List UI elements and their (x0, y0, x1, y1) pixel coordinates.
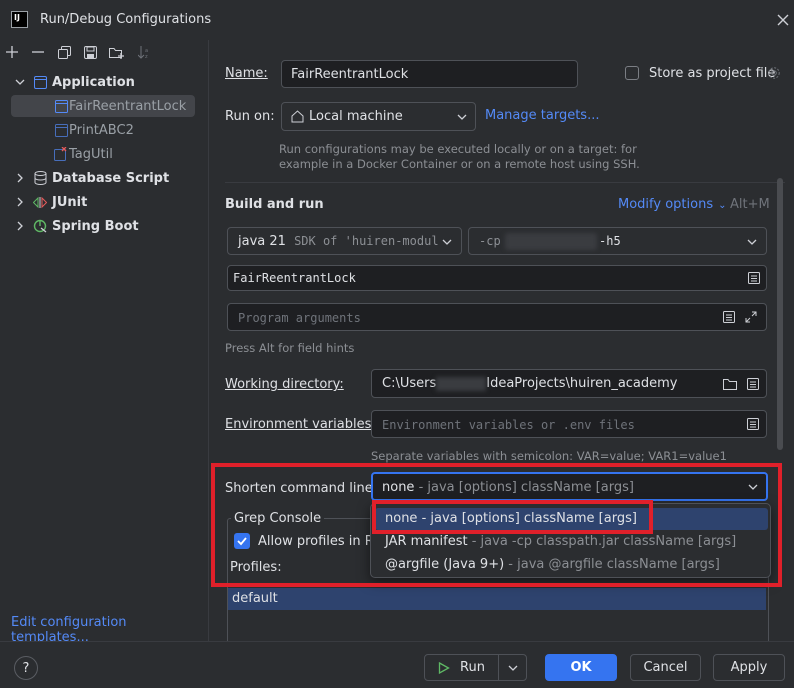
config-tree: Application FairReentrantLock PrintABC2 … (0, 66, 208, 645)
program-args-field[interactable]: Program arguments (227, 303, 767, 331)
run-button[interactable]: Run (424, 654, 499, 681)
tree-item-label[interactable]: TagUtil (69, 147, 113, 162)
ok-button[interactable]: OK (545, 654, 617, 681)
modify-shortcut: Alt+M (730, 197, 770, 212)
save-icon[interactable] (82, 44, 98, 60)
close-icon[interactable] (774, 11, 792, 29)
env-field[interactable]: Environment variables or .env files (371, 410, 767, 438)
chevron-down-icon (456, 111, 468, 123)
scrollbar-thumb[interactable] (777, 178, 783, 450)
redacted-blur (436, 376, 487, 391)
tree-item-label[interactable]: FairReentrantLock (69, 99, 186, 114)
browse-icon[interactable] (747, 271, 761, 285)
database-icon (33, 171, 47, 185)
remove-icon[interactable] (30, 44, 46, 60)
copy-icon[interactable] (56, 44, 72, 60)
chevron-down-icon (746, 236, 758, 248)
tree-item-spring-boot[interactable]: Spring Boot (52, 219, 139, 234)
chevron-down-icon (441, 236, 453, 248)
title-bar: IJ Run/Debug Configurations (0, 0, 794, 40)
store-label[interactable]: Store as project file (649, 66, 775, 81)
tree-item-database-script[interactable]: Database Script (52, 171, 169, 186)
cancel-button[interactable]: Cancel (630, 654, 701, 681)
class-error-icon (54, 147, 68, 161)
sdk-select[interactable]: java 21 SDK of 'huiren-modul (227, 227, 462, 255)
list-icon[interactable] (746, 377, 760, 391)
expand-icon[interactable] (744, 310, 758, 324)
build-run-title: Build and run (225, 197, 324, 212)
highlight-box-inner (372, 500, 653, 534)
folder-icon[interactable] (722, 377, 737, 391)
name-field[interactable]: FairReentrantLock (281, 60, 578, 88)
chevron-right-icon[interactable] (14, 172, 26, 184)
field-hints: Press Alt for field hints (225, 341, 355, 355)
chevron-down-icon[interactable] (14, 76, 26, 88)
spring-boot-icon (33, 219, 47, 233)
run-on-hint-1: Run configurations may be executed local… (279, 142, 637, 156)
junit-icon (33, 195, 47, 209)
profile-row-selected[interactable]: default (228, 588, 766, 610)
add-icon[interactable] (4, 44, 20, 60)
home-icon (290, 109, 304, 123)
footer: ? Run OK Cancel Apply (0, 641, 794, 688)
run-icon (438, 661, 450, 674)
modify-options-link[interactable]: Modify options ⌄ (618, 197, 726, 212)
redacted-blur (505, 233, 597, 250)
list-icon[interactable] (722, 310, 736, 324)
apply-button[interactable]: Apply (713, 654, 785, 681)
store-checkbox[interactable] (625, 66, 639, 80)
left-toolbar: az (0, 40, 208, 66)
window-title: Run/Debug Configurations (40, 12, 212, 27)
app-icon: IJ (11, 11, 28, 28)
working-dir-field[interactable]: C:\Users IdeaProjects\huiren_academy (371, 369, 767, 398)
folder-icon[interactable] (108, 44, 126, 60)
tree-item-label[interactable]: PrintABC2 (69, 123, 134, 138)
run-on-select[interactable]: Local machine (281, 102, 476, 131)
tree-item-junit[interactable]: JUnit (52, 195, 87, 210)
chevron-down-icon: ⌄ (718, 200, 727, 211)
list-icon[interactable] (746, 417, 760, 431)
manage-targets-link[interactable]: Manage targets... (485, 108, 599, 123)
chevron-down-icon (508, 665, 517, 671)
env-label: Environment variables: (225, 417, 376, 432)
main-class-field[interactable]: FairReentrantLock (227, 265, 767, 291)
run-on-label: Run on: (225, 109, 275, 124)
chevron-right-icon[interactable] (14, 196, 26, 208)
gear-icon[interactable] (766, 65, 782, 81)
classpath-select[interactable]: -cp -h5 (468, 227, 767, 255)
name-label: Name: (225, 66, 268, 81)
env-hint: Separate variables with semicolon: VAR=v… (371, 449, 727, 463)
chevron-right-icon[interactable] (14, 220, 26, 232)
sort-icon[interactable]: az (136, 44, 152, 60)
working-dir-label: Working directory: (225, 377, 344, 392)
tree-item-application[interactable]: Application (52, 75, 135, 90)
help-button[interactable]: ? (14, 656, 38, 680)
run-on-hint-2: example in a Docker Container or on a re… (279, 157, 640, 171)
run-dropdown-button[interactable] (498, 654, 527, 681)
svg-text:z: z (145, 54, 148, 59)
class-run-icon (54, 99, 68, 113)
section-divider (225, 182, 785, 183)
application-icon (33, 75, 47, 89)
class-run-icon (54, 123, 68, 137)
